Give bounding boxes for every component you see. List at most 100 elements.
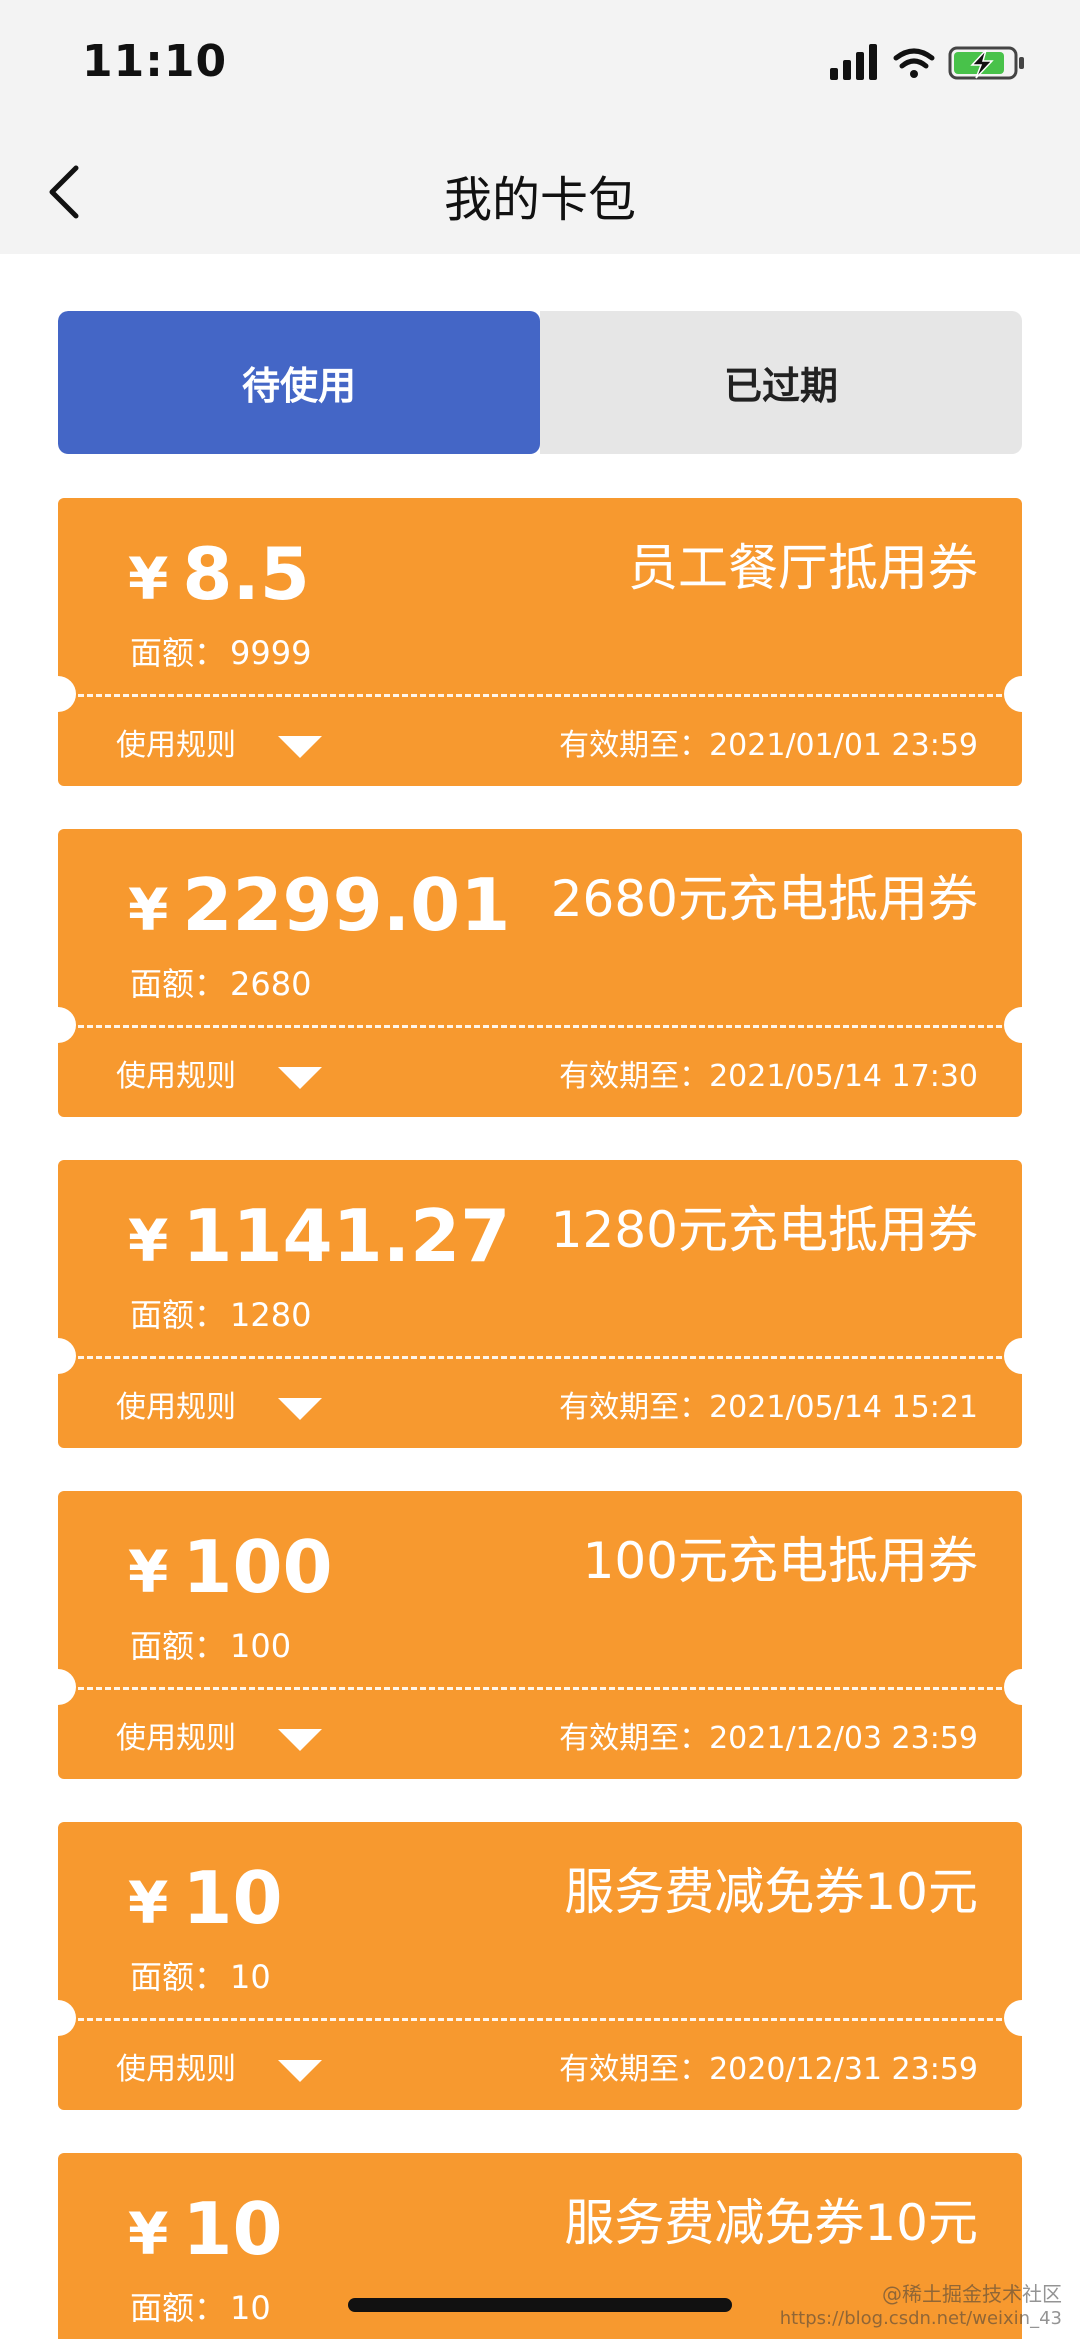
- face-label: 面额：: [130, 1296, 227, 1334]
- usage-rules-label: 使用规则: [116, 728, 236, 763]
- triangle-down-icon: [278, 2060, 322, 2082]
- triangle-down-icon: [278, 736, 322, 758]
- status-time: 11:10: [82, 36, 228, 87]
- expiry-label: 有效期至：: [559, 1390, 710, 1425]
- triangle-down-icon: [278, 1067, 322, 1089]
- currency-symbol: ¥: [128, 1869, 169, 1937]
- face-number: 1280: [230, 1296, 312, 1334]
- face-value: 面额： 1280: [130, 1290, 311, 1336]
- page-title: 我的卡包: [443, 172, 636, 228]
- currency-symbol: ¥: [128, 1207, 169, 1275]
- coupon-amount: ¥2299.01: [128, 863, 510, 947]
- ticket-notch: [1004, 1338, 1040, 1374]
- ticket-notch: [1004, 1007, 1040, 1043]
- expiry-value: 2020/12/31 23:59: [709, 2052, 978, 2087]
- coupon-title: 2680元充电抵用券: [550, 870, 978, 928]
- ticket-notch: [40, 1007, 76, 1043]
- currency-symbol: ¥: [128, 2200, 169, 2268]
- face-value: 面额： 10: [130, 1952, 271, 1998]
- tab-bar: 待使用 已过期: [58, 311, 1022, 454]
- dashed-divider: [78, 1356, 1002, 1359]
- face-number: 10: [230, 1958, 271, 1996]
- expiry-value: 2021/05/14 15:21: [709, 1390, 978, 1425]
- coupon-card[interactable]: ¥100 100元充电抵用券 面额： 100 使用规则 有效期至：2021/12/…: [40, 1491, 1040, 1779]
- amount-value: 2299.01: [182, 863, 511, 947]
- face-label: 面额：: [130, 1627, 227, 1665]
- usage-rules-toggle[interactable]: 使用规则: [116, 1051, 322, 1095]
- face-label: 面额：: [130, 1958, 227, 1996]
- triangle-down-icon: [278, 1398, 322, 1420]
- coupon-amount: ¥100: [128, 1525, 333, 1609]
- face-value: 面额： 100: [130, 1621, 291, 1667]
- tab-expired[interactable]: 已过期: [540, 311, 1022, 454]
- expiry-label: 有效期至：: [559, 1059, 710, 1094]
- triangle-down-icon: [278, 1729, 322, 1751]
- coupon-card[interactable]: ¥8.5 员工餐厅抵用券 面额： 9999 使用规则 有效期至：2021/01/0…: [40, 498, 1040, 786]
- amount-value: 10: [182, 2187, 283, 2271]
- expiry-date: 有效期至：2021/12/03 23:59: [559, 1713, 978, 1757]
- face-label: 面额：: [130, 2289, 227, 2327]
- watermark-url: https://blog.csdn.net/weixin_43: [779, 2308, 1062, 2329]
- face-number: 2680: [230, 965, 312, 1003]
- currency-symbol: ¥: [128, 1538, 169, 1606]
- coupon-amount: ¥8.5: [128, 532, 310, 616]
- tab-unused[interactable]: 待使用: [58, 311, 540, 454]
- expiry-label: 有效期至：: [559, 2052, 710, 2087]
- ticket-notch: [1004, 2000, 1040, 2036]
- coupon-amount: ¥10: [128, 2187, 283, 2271]
- expiry-date: 有效期至：2021/05/14 15:21: [559, 1382, 978, 1426]
- ticket-notch: [1004, 676, 1040, 712]
- coupon-amount: ¥1141.27: [128, 1194, 510, 1278]
- dashed-divider: [78, 1687, 1002, 1690]
- expiry-value: 2021/01/01 23:59: [709, 728, 978, 763]
- face-value: 面额： 2680: [130, 959, 311, 1005]
- expiry-value: 2021/12/03 23:59: [709, 1721, 978, 1756]
- currency-symbol: ¥: [128, 545, 169, 613]
- expiry-value: 2021/05/14 17:30: [709, 1059, 978, 1094]
- coupon-title: 服务费减免券10元: [564, 2194, 978, 2252]
- usage-rules-toggle[interactable]: 使用规则: [116, 1382, 322, 1426]
- face-value: 面额： 9999: [130, 628, 311, 674]
- ticket-notch: [40, 2000, 76, 2036]
- usage-rules-label: 使用规则: [116, 1390, 236, 1425]
- ticket-notch: [40, 1338, 76, 1374]
- currency-symbol: ¥: [128, 876, 169, 944]
- coupon-card[interactable]: ¥1141.27 1280元充电抵用券 面额： 1280 使用规则 有效期至：20…: [40, 1160, 1040, 1448]
- expiry-label: 有效期至：: [559, 1721, 710, 1756]
- usage-rules-label: 使用规则: [116, 1059, 236, 1094]
- expiry-date: 有效期至：2020/12/31 23:59: [559, 2044, 978, 2088]
- coupon-title: 服务费减免券10元: [564, 1863, 978, 1921]
- usage-rules-label: 使用规则: [116, 2052, 236, 2087]
- expiry-label: 有效期至：: [559, 728, 710, 763]
- dashed-divider: [78, 1025, 1002, 1028]
- amount-value: 100: [182, 1525, 333, 1609]
- coupon-title: 1280元充电抵用券: [550, 1201, 978, 1259]
- amount-value: 10: [182, 1856, 283, 1940]
- coupon-amount: ¥10: [128, 1856, 283, 1940]
- watermark: @稀土掘金技术社区: [882, 2282, 1062, 2306]
- usage-rules-toggle[interactable]: 使用规则: [116, 2044, 322, 2088]
- ticket-notch: [40, 676, 76, 712]
- home-indicator[interactable]: [348, 2298, 732, 2312]
- signal-icon: [830, 44, 877, 80]
- coupon-card[interactable]: ¥2299.01 2680元充电抵用券 面额： 2680 使用规则 有效期至：20…: [40, 829, 1040, 1117]
- amount-value: 1141.27: [182, 1194, 511, 1278]
- coupon-title: 员工餐厅抵用券: [628, 539, 978, 597]
- ticket-notch: [40, 1669, 76, 1705]
- face-label: 面额：: [130, 634, 227, 672]
- dashed-divider: [78, 694, 1002, 697]
- coupon-card[interactable]: ¥10 服务费减免券10元 面额： 10 使用规则 有效期至：2020/12/31…: [40, 1822, 1040, 2110]
- wifi-icon: [893, 48, 935, 78]
- usage-rules-toggle[interactable]: 使用规则: [116, 1713, 322, 1757]
- status-icons: [830, 42, 1040, 92]
- coupon-title: 100元充电抵用券: [582, 1532, 978, 1590]
- face-label: 面额：: [130, 965, 227, 1003]
- face-number: 100: [230, 1627, 292, 1665]
- face-number: 9999: [230, 634, 312, 672]
- face-value: 面额： 10: [130, 2283, 271, 2329]
- expiry-date: 有效期至：2021/01/01 23:59: [559, 720, 978, 764]
- face-number: 10: [230, 2289, 271, 2327]
- usage-rules-toggle[interactable]: 使用规则: [116, 720, 322, 764]
- status-bar: 11:10: [0, 0, 1080, 130]
- battery-charging-icon: [948, 46, 1024, 80]
